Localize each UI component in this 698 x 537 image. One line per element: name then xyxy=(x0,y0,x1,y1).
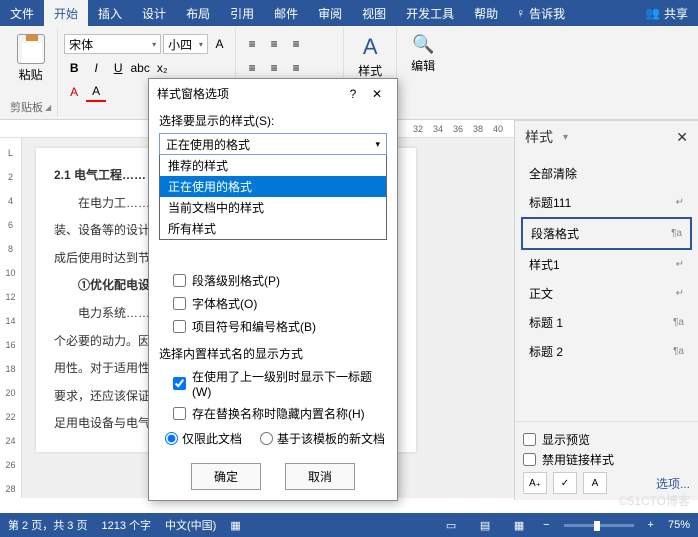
show-styles-label: 选择要显示的样式(S): xyxy=(159,112,387,129)
chk-paragraph-format[interactable]: 段落级别格式(P) xyxy=(173,272,387,289)
show-styles-dropdown-list: 推荐的样式 正在使用的格式 当前文档中的样式 所有样式 xyxy=(159,155,387,240)
style-pane-options-dialog: 样式窗格选项 ? ✕ 选择要显示的样式(S): 正在使用的格式▾ 推荐的样式 正… xyxy=(148,78,398,501)
ok-button[interactable]: 确定 xyxy=(191,463,261,490)
font-name-combo[interactable]: 宋体▾ xyxy=(64,34,161,54)
zoom-in-button[interactable]: + xyxy=(648,519,654,531)
style-item-selected[interactable]: 段落格式¶a xyxy=(521,217,692,250)
dropdown-option-indoc[interactable]: 当前文档中的样式 xyxy=(160,197,386,218)
styles-icon: A xyxy=(363,34,378,60)
web-layout-icon[interactable]: ▦ xyxy=(509,517,529,533)
zoom-level[interactable]: 75% xyxy=(668,519,690,531)
language-indicator[interactable]: 中文(中国) xyxy=(165,517,216,533)
tab-mail[interactable]: 邮件 xyxy=(264,0,308,26)
disable-linked-checkbox[interactable]: 禁用链接样式 xyxy=(523,451,690,468)
strike-button[interactable]: abc xyxy=(130,58,150,78)
styles-pane-title: 样式 xyxy=(525,127,553,147)
tell-me[interactable]: ♀告诉我 xyxy=(516,5,565,22)
vertical-ruler[interactable]: L 2 4 6 8 10 12 14 16 18 20 22 24 26 28 xyxy=(0,138,22,498)
share-button[interactable]: 👥共享 xyxy=(645,5,688,22)
read-mode-icon[interactable]: ▭ xyxy=(441,517,461,533)
clipboard-icon xyxy=(17,34,45,64)
group-clipboard-label: 剪贴板 xyxy=(10,99,43,115)
pane-dropdown-icon[interactable]: ▾ xyxy=(563,132,568,143)
tab-file[interactable]: 文件 xyxy=(0,0,44,26)
align-left-button[interactable]: ≡ xyxy=(242,58,262,78)
styles-button[interactable]: A 样式 xyxy=(350,30,390,79)
chk-show-next-heading[interactable]: 在使用了上一级别时显示下一标题(W) xyxy=(173,368,387,399)
new-style-button[interactable]: A₊ xyxy=(523,472,547,494)
align-right-button[interactable]: ≡ xyxy=(286,58,306,78)
editing-button[interactable]: 🔍 编辑 xyxy=(403,30,443,74)
radio-template[interactable]: 基于该模板的新文档 xyxy=(260,430,385,447)
chk-hide-builtin[interactable]: 存在替换名称时隐藏内置名称(H) xyxy=(173,405,387,422)
help-button[interactable]: ? xyxy=(341,87,365,101)
tab-insert[interactable]: 插入 xyxy=(88,0,132,26)
multilevel-button[interactable]: ≡ xyxy=(286,34,306,54)
font-size-combo[interactable]: 小四▾ xyxy=(163,34,208,54)
pane-close-button[interactable]: ✕ xyxy=(676,129,688,146)
word-count[interactable]: 1213 个字 xyxy=(101,517,151,533)
macro-indicator-icon[interactable]: ▦ xyxy=(230,519,240,532)
lightbulb-icon: ♀ xyxy=(516,6,525,20)
tab-dev[interactable]: 开发工具 xyxy=(396,0,464,26)
page-indicator[interactable]: 第 2 页，共 3 页 xyxy=(8,517,87,533)
style-inspector-button[interactable]: ✓ xyxy=(553,472,577,494)
show-styles-dropdown[interactable]: 正在使用的格式▾ xyxy=(159,133,387,155)
dropdown-option-recommended[interactable]: 推荐的样式 xyxy=(160,155,386,176)
status-bar: 第 2 页，共 3 页 1213 个字 中文(中国) ▦ ▭ ▤ ▦ − + 7… xyxy=(0,513,698,537)
tab-layout[interactable]: 布局 xyxy=(176,0,220,26)
grow-font-icon[interactable]: A xyxy=(210,34,229,54)
style-item[interactable]: 标题 2¶a xyxy=(521,337,692,366)
chk-bullet-format[interactable]: 项目符号和编号格式(B) xyxy=(173,318,387,335)
bold-button[interactable]: B xyxy=(64,58,84,78)
style-item[interactable]: 标题 1¶a xyxy=(521,308,692,337)
show-preview-checkbox[interactable]: 显示预览 xyxy=(523,431,690,448)
highlight-button[interactable]: A xyxy=(64,82,84,102)
chevron-down-icon: ▾ xyxy=(375,139,380,150)
tab-review[interactable]: 审阅 xyxy=(308,0,352,26)
close-button[interactable]: ✕ xyxy=(365,87,389,101)
bullets-button[interactable]: ≡ xyxy=(242,34,262,54)
watermark: ©51CTO博客 xyxy=(619,492,690,509)
align-center-button[interactable]: ≡ xyxy=(264,58,284,78)
builtin-display-label: 选择内置样式名的显示方式 xyxy=(159,345,387,362)
paste-button[interactable]: 粘贴 xyxy=(10,30,51,83)
dialog-title: 样式窗格选项 xyxy=(157,85,341,102)
dropdown-option-all[interactable]: 所有样式 xyxy=(160,218,386,239)
share-icon: 👥 xyxy=(645,6,660,20)
manage-styles-button[interactable]: A xyxy=(583,472,607,494)
font-color-button[interactable]: A xyxy=(86,82,106,102)
search-icon: 🔍 xyxy=(412,34,434,55)
style-item[interactable]: 正文↵ xyxy=(521,279,692,308)
print-layout-icon[interactable]: ▤ xyxy=(475,517,495,533)
zoom-slider[interactable] xyxy=(564,524,634,527)
styles-pane: 样式 ▾ ✕ 全部清除 标题111↵ 段落格式¶a 样式1↵ 正文↵ 标题 1¶… xyxy=(514,120,698,500)
tab-design[interactable]: 设计 xyxy=(132,0,176,26)
dropdown-option-inuse[interactable]: 正在使用的格式 xyxy=(160,176,386,197)
underline-button[interactable]: U xyxy=(108,58,128,78)
style-item-clear-all[interactable]: 全部清除 xyxy=(521,159,692,188)
zoom-out-button[interactable]: − xyxy=(543,519,549,531)
italic-button[interactable]: I xyxy=(86,58,106,78)
radio-this-doc[interactable]: 仅限此文档 xyxy=(165,430,242,447)
chk-font-format[interactable]: 字体格式(O) xyxy=(173,295,387,312)
tab-home[interactable]: 开始 xyxy=(44,0,88,26)
clipboard-launcher-icon[interactable]: ◢ xyxy=(45,103,51,112)
tab-references[interactable]: 引用 xyxy=(220,0,264,26)
cancel-button[interactable]: 取消 xyxy=(285,463,355,490)
style-item[interactable]: 样式1↵ xyxy=(521,250,692,279)
subscript-button[interactable]: x₂ xyxy=(152,58,172,78)
numbering-button[interactable]: ≡ xyxy=(264,34,284,54)
tab-help[interactable]: 帮助 xyxy=(464,0,508,26)
style-item[interactable]: 标题111↵ xyxy=(521,188,692,217)
options-link[interactable]: 选项... xyxy=(656,475,690,492)
tab-view[interactable]: 视图 xyxy=(352,0,396,26)
